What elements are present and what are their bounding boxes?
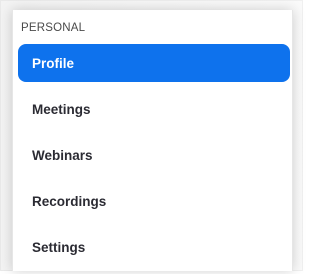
sidebar-item-webinars[interactable]: Webinars [18, 136, 290, 174]
sidebar-item-meetings[interactable]: Meetings [18, 90, 290, 128]
sidebar-nav: Profile Meetings Webinars Recordings Set… [18, 44, 290, 274]
sidebar-item-profile[interactable]: Profile [18, 44, 290, 82]
screenshot-frame: PERSONAL Profile Meetings Webinars Recor… [0, 0, 303, 271]
sidebar-section-title: PERSONAL [21, 22, 86, 34]
sidebar-item-recordings[interactable]: Recordings [18, 182, 290, 220]
sidebar-item-settings[interactable]: Settings [18, 228, 290, 266]
